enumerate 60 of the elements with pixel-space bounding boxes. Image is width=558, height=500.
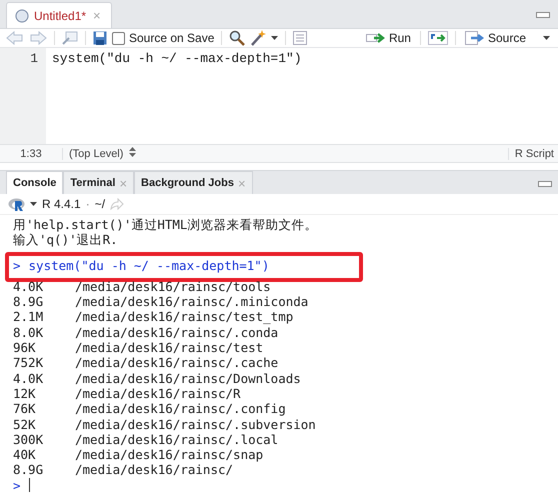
directory-path: /media/desk16/rainsc/.conda — [75, 324, 278, 340]
disk-usage-size: 8.9G — [13, 462, 44, 478]
directory-path: /media/desk16/rainsc/snap — [75, 447, 264, 462]
rerun-icon[interactable] — [428, 31, 448, 45]
console-tab[interactable]: Background Jobs × — [134, 171, 253, 194]
directory-path: /media/desk16/rainsc/tools — [75, 278, 271, 294]
caret-icon[interactable] — [271, 36, 278, 40]
editor-tab[interactable]: Untitled1* × — [6, 2, 112, 28]
disk-usage-size: 2.1M — [13, 309, 44, 325]
directory-path: /media/desk16/rainsc/ — [75, 462, 234, 478]
run-button[interactable]: Run — [364, 31, 413, 45]
directory-path: /media/desk16/rainsc/test — [75, 340, 264, 356]
file-type-selector[interactable]: R Script — [508, 148, 558, 160]
search-icon[interactable] — [229, 30, 246, 46]
line-number: 1 — [29, 51, 39, 66]
source-on-save-checkbox[interactable]: Source on Save — [112, 31, 214, 45]
disk-usage-size: 8.9G — [13, 294, 44, 310]
directory-path: /media/desk16/rainsc/.subversion — [75, 416, 316, 432]
disk-usage-size: 300K — [13, 432, 44, 448]
minimize-icon[interactable] — [536, 11, 550, 19]
sort-arrows-icon — [129, 147, 136, 157]
working-directory: ~/ — [94, 197, 106, 211]
disk-usage-size: 4.0K — [13, 370, 44, 386]
tab-title: Untitled1* — [34, 8, 86, 22]
separator: · — [86, 197, 90, 211]
disk-usage-size: 96K — [13, 340, 37, 356]
text-cursor — [28, 478, 30, 492]
console-message: 输入'q()'退出R. — [13, 232, 118, 248]
minimize-icon[interactable] — [538, 180, 552, 188]
caret-icon — [543, 36, 550, 40]
disk-usage-size: 76K — [13, 401, 37, 417]
disk-usage-size: 752K — [13, 355, 44, 371]
magic-wand-icon[interactable] — [250, 30, 266, 46]
console-message: 用'help.start()'通过HTML浏览器来看帮助文件。 — [13, 217, 318, 232]
source-button[interactable]: Source — [462, 31, 552, 45]
directory-path: /media/desk16/rainsc/.cache — [75, 355, 278, 371]
console-tab[interactable]: Console — [6, 171, 64, 194]
r-logo-icon[interactable] — [8, 198, 25, 210]
disk-usage-size: 40K — [13, 447, 37, 462]
caret-icon[interactable] — [30, 202, 37, 206]
directory-path: /media/desk16/rainsc/Downloads — [75, 370, 301, 386]
console-command: system("du -h ~/ --max-depth=1") — [28, 258, 270, 273]
directory-path: /media/desk16/rainsc/.config — [75, 401, 286, 417]
cursor-position: 1:33 — [0, 148, 63, 160]
directory-path: /media/desk16/rainsc/.miniconda — [75, 294, 308, 310]
run-arrow-icon — [366, 32, 386, 44]
code-line: system("du -h ~/ --max-depth=1") — [52, 51, 302, 66]
disk-usage-size: 4.0K — [13, 278, 44, 294]
directory-path: /media/desk16/rainsc/.local — [75, 432, 278, 448]
disk-usage-size: 12K — [13, 386, 37, 402]
disk-usage-size: 8.0K — [13, 324, 44, 340]
save-icon[interactable] — [93, 31, 107, 45]
scope-selector[interactable]: (Top Level) — [63, 147, 136, 160]
r-version: R 4.4.1 — [42, 197, 81, 211]
console-tab[interactable]: Terminal × — [63, 171, 134, 194]
prompt-symbol: > — [13, 478, 21, 494]
disk-usage-size: 52K — [13, 416, 37, 432]
directory-path: /media/desk16/rainsc/R — [75, 386, 241, 402]
directory-path: /media/desk16/rainsc/test_tmp — [75, 309, 294, 325]
prompt-symbol: > — [13, 258, 21, 273]
